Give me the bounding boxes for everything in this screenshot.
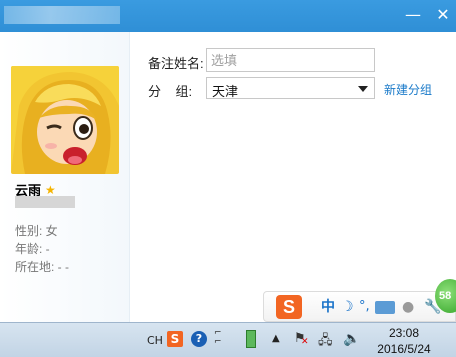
profile-panel: 云雨 ★ 性别: 女 年龄: - 所在地: - - <box>0 32 130 322</box>
sogou-ime-toolbar[interactable]: S 中 ☽ °, ● 🔧 <box>263 291 456 322</box>
ime-options-icon[interactable]: ⌐ ⌐ <box>214 329 222 347</box>
remark-label: 备注姓名: <box>148 56 204 71</box>
close-icon[interactable]: ✕ <box>432 4 454 26</box>
remark-name-input[interactable] <box>206 48 375 72</box>
add-friend-window: — ✕ 云雨 ★ 性别: 女 年龄: - 所在地: - - 备注姓名: 选填 分… <box>0 0 456 322</box>
keyboard-icon[interactable] <box>375 301 395 314</box>
battery-icon[interactable] <box>246 330 256 348</box>
error-x-icon: ✕ <box>301 337 309 347</box>
star-icon: ★ <box>45 182 56 197</box>
user-icon[interactable]: ● <box>402 299 414 315</box>
taskbar: CH S ? ⌐ ⌐ ▲ ⚑ ✕ 🖧 🔈 23:08 2016/5/24 <box>0 322 456 357</box>
group-select[interactable]: 天津 <box>206 77 375 99</box>
account-redacted <box>15 196 75 208</box>
minimize-icon[interactable]: — <box>402 4 424 26</box>
help-icon[interactable]: ? <box>191 331 207 347</box>
clock-time: 23:08 <box>388 326 420 340</box>
language-indicator[interactable]: CH <box>147 334 163 347</box>
profile-gender: 性别: 女 <box>15 224 58 238</box>
clock-date: 2016/5/24 <box>377 342 431 356</box>
new-group-link[interactable]: 新建分组 <box>384 81 432 98</box>
show-hidden-icons-icon[interactable]: ▲ <box>272 333 280 344</box>
moon-icon[interactable]: ☽ <box>341 299 354 315</box>
title-bar[interactable]: — ✕ <box>0 0 456 32</box>
avatar[interactable] <box>11 66 119 174</box>
system-clock[interactable]: 23:08 2016/5/24 <box>366 325 442 357</box>
title-redacted <box>4 6 120 24</box>
sogou-tray-icon[interactable]: S <box>167 331 183 347</box>
sogou-logo-icon[interactable]: S <box>276 295 302 319</box>
profile-age: 年龄: - <box>15 242 50 256</box>
punctuation-toggle[interactable]: °, <box>359 299 370 315</box>
ime-mode-toggle[interactable]: 中 <box>321 299 335 315</box>
volume-icon[interactable]: 🔈 <box>343 331 360 347</box>
chevron-down-icon <box>358 86 368 92</box>
profile-location: 所在地: - - <box>15 260 69 274</box>
network-icon[interactable]: 🖧 <box>318 331 333 353</box>
group-label: 分 组: <box>148 84 193 99</box>
group-select-value: 天津 <box>212 84 239 99</box>
